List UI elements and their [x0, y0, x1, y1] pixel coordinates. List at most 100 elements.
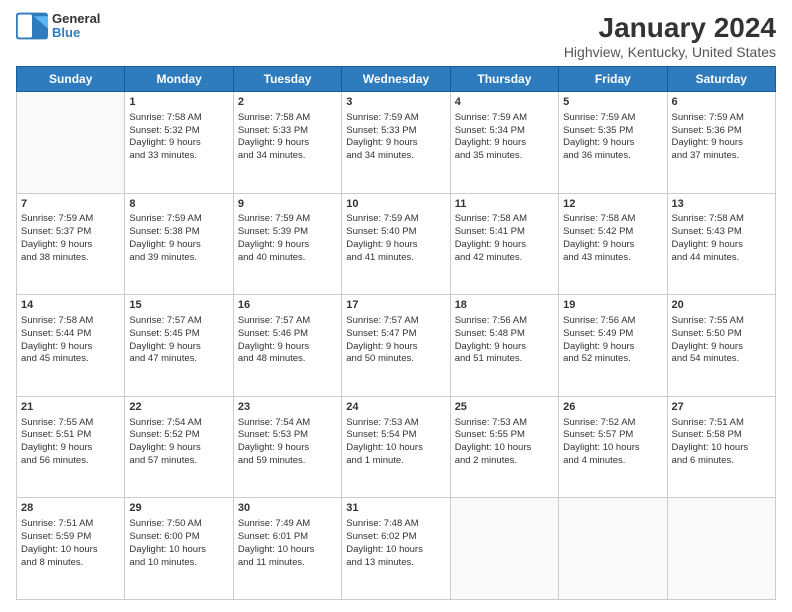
day-info: Daylight: 9 hours	[563, 341, 662, 354]
day-info: Daylight: 9 hours	[346, 137, 445, 150]
day-info: Sunset: 5:45 PM	[129, 328, 228, 341]
day-number: 13	[672, 197, 771, 212]
calendar-day-cell	[17, 92, 125, 194]
calendar-subtitle: Highview, Kentucky, United States	[564, 44, 776, 60]
day-info: Sunset: 5:58 PM	[672, 429, 771, 442]
day-info: Sunrise: 7:59 AM	[563, 112, 662, 125]
title-block: January 2024 Highview, Kentucky, United …	[564, 12, 776, 60]
calendar-day-cell: 25Sunrise: 7:53 AMSunset: 5:55 PMDayligh…	[450, 396, 558, 498]
day-number: 27	[672, 400, 771, 415]
day-number: 14	[21, 298, 120, 313]
day-info: Sunrise: 7:59 AM	[672, 112, 771, 125]
day-info: and 4 minutes.	[563, 455, 662, 468]
day-number: 6	[672, 95, 771, 110]
day-info: and 34 minutes.	[346, 150, 445, 163]
day-info: and 41 minutes.	[346, 252, 445, 265]
day-info: Sunrise: 7:54 AM	[238, 417, 337, 430]
day-info: Daylight: 9 hours	[346, 239, 445, 252]
day-info: Daylight: 9 hours	[238, 341, 337, 354]
day-info: Sunset: 5:33 PM	[346, 125, 445, 138]
day-info: and 37 minutes.	[672, 150, 771, 163]
day-info: Daylight: 9 hours	[672, 239, 771, 252]
calendar-day-cell: 4Sunrise: 7:59 AMSunset: 5:34 PMDaylight…	[450, 92, 558, 194]
calendar-day-header: Wednesday	[342, 67, 450, 92]
day-info: Daylight: 9 hours	[563, 239, 662, 252]
calendar-day-cell: 19Sunrise: 7:56 AMSunset: 5:49 PMDayligh…	[559, 295, 667, 397]
calendar-day-cell	[667, 498, 775, 600]
day-info: Sunrise: 7:53 AM	[455, 417, 554, 430]
page: General Blue January 2024 Highview, Kent…	[0, 0, 792, 612]
day-info: and 44 minutes.	[672, 252, 771, 265]
calendar-day-cell: 22Sunrise: 7:54 AMSunset: 5:52 PMDayligh…	[125, 396, 233, 498]
calendar-day-cell: 18Sunrise: 7:56 AMSunset: 5:48 PMDayligh…	[450, 295, 558, 397]
day-info: Daylight: 9 hours	[129, 442, 228, 455]
calendar-week-row: 14Sunrise: 7:58 AMSunset: 5:44 PMDayligh…	[17, 295, 776, 397]
day-info: Sunrise: 7:58 AM	[455, 213, 554, 226]
day-info: and 13 minutes.	[346, 557, 445, 570]
day-info: and 43 minutes.	[563, 252, 662, 265]
calendar-day-cell: 31Sunrise: 7:48 AMSunset: 6:02 PMDayligh…	[342, 498, 450, 600]
day-info: Daylight: 9 hours	[129, 137, 228, 150]
day-number: 8	[129, 197, 228, 212]
calendar-day-cell: 29Sunrise: 7:50 AMSunset: 6:00 PMDayligh…	[125, 498, 233, 600]
day-info: Sunrise: 7:55 AM	[21, 417, 120, 430]
day-info: Sunset: 5:32 PM	[129, 125, 228, 138]
calendar-day-header: Friday	[559, 67, 667, 92]
day-info: Daylight: 9 hours	[21, 442, 120, 455]
day-info: and 48 minutes.	[238, 353, 337, 366]
day-info: Sunrise: 7:58 AM	[129, 112, 228, 125]
day-info: and 36 minutes.	[563, 150, 662, 163]
day-info: Sunset: 5:38 PM	[129, 226, 228, 239]
day-info: and 54 minutes.	[672, 353, 771, 366]
day-info: Sunrise: 7:53 AM	[346, 417, 445, 430]
calendar-week-row: 7Sunrise: 7:59 AMSunset: 5:37 PMDaylight…	[17, 193, 776, 295]
day-number: 12	[563, 197, 662, 212]
calendar-day-cell: 10Sunrise: 7:59 AMSunset: 5:40 PMDayligh…	[342, 193, 450, 295]
day-info: and 2 minutes.	[455, 455, 554, 468]
logo-icon	[16, 12, 48, 40]
day-info: and 8 minutes.	[21, 557, 120, 570]
day-number: 18	[455, 298, 554, 313]
day-info: Daylight: 9 hours	[21, 341, 120, 354]
day-info: Daylight: 9 hours	[129, 239, 228, 252]
calendar-day-cell: 20Sunrise: 7:55 AMSunset: 5:50 PMDayligh…	[667, 295, 775, 397]
calendar-day-header: Tuesday	[233, 67, 341, 92]
calendar-day-header: Saturday	[667, 67, 775, 92]
day-info: Sunrise: 7:58 AM	[238, 112, 337, 125]
calendar-day-cell	[450, 498, 558, 600]
day-info: Sunrise: 7:51 AM	[21, 518, 120, 531]
day-number: 16	[238, 298, 337, 313]
day-info: and 42 minutes.	[455, 252, 554, 265]
calendar-day-cell: 1 Sunrise: 7:58 AMSunset: 5:32 PMDaylight…	[125, 92, 233, 194]
day-number: 30	[238, 501, 337, 516]
day-info: Sunset: 5:50 PM	[672, 328, 771, 341]
day-info: Sunset: 5:57 PM	[563, 429, 662, 442]
day-number: 4	[455, 95, 554, 110]
day-info: Sunrise: 7:56 AM	[563, 315, 662, 328]
logo-line1: General	[52, 12, 100, 26]
day-info: Sunrise: 7:50 AM	[129, 518, 228, 531]
day-info: Sunset: 5:51 PM	[21, 429, 120, 442]
day-info: Daylight: 10 hours	[21, 544, 120, 557]
day-info: and 57 minutes.	[129, 455, 228, 468]
day-info: Sunrise: 7:59 AM	[346, 213, 445, 226]
day-info: Sunset: 6:00 PM	[129, 531, 228, 544]
day-info: Sunrise: 7:59 AM	[455, 112, 554, 125]
day-info: Sunrise: 7:59 AM	[21, 213, 120, 226]
day-info: Sunrise: 7:58 AM	[672, 213, 771, 226]
day-number: 29	[129, 501, 228, 516]
calendar-day-cell: 3Sunrise: 7:59 AMSunset: 5:33 PMDaylight…	[342, 92, 450, 194]
day-number: 22	[129, 400, 228, 415]
day-info: Sunrise: 7:57 AM	[346, 315, 445, 328]
calendar-day-cell: 23Sunrise: 7:54 AMSunset: 5:53 PMDayligh…	[233, 396, 341, 498]
day-info: Sunset: 5:39 PM	[238, 226, 337, 239]
day-info: Sunrise: 7:48 AM	[346, 518, 445, 531]
calendar-day-cell: 27Sunrise: 7:51 AMSunset: 5:58 PMDayligh…	[667, 396, 775, 498]
day-info: Sunrise: 7:58 AM	[21, 315, 120, 328]
day-number: 1	[129, 95, 228, 110]
calendar-day-cell: 9Sunrise: 7:59 AMSunset: 5:39 PMDaylight…	[233, 193, 341, 295]
day-info: Sunset: 5:48 PM	[455, 328, 554, 341]
calendar-header-row: SundayMondayTuesdayWednesdayThursdayFrid…	[17, 67, 776, 92]
day-number: 10	[346, 197, 445, 212]
calendar-week-row: 1Sunrise: 7:58 AMSunset: 5:32 PMDaylight…	[17, 92, 776, 194]
